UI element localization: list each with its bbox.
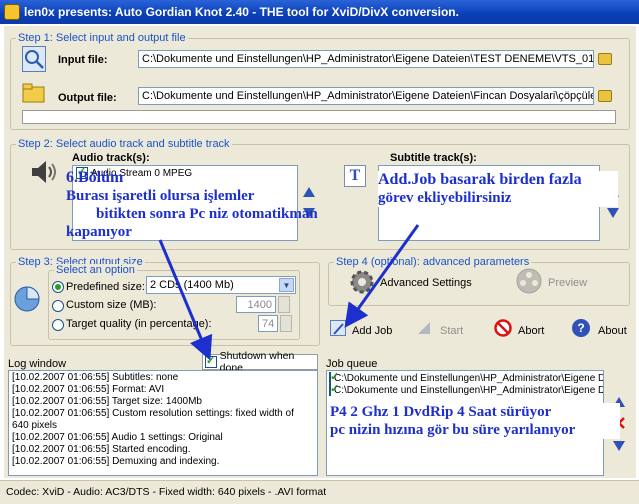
arrow-to-shutdown — [158, 239, 213, 361]
status-bar: Codec: XviD - Audio: AC3/DTS - Fixed wid… — [0, 480, 639, 504]
arrow-to-add-job — [344, 224, 420, 328]
status-text: Codec: XviD - Audio: AC3/DTS - Fixed wid… — [6, 486, 327, 498]
annotation-arrows — [158, 224, 420, 361]
